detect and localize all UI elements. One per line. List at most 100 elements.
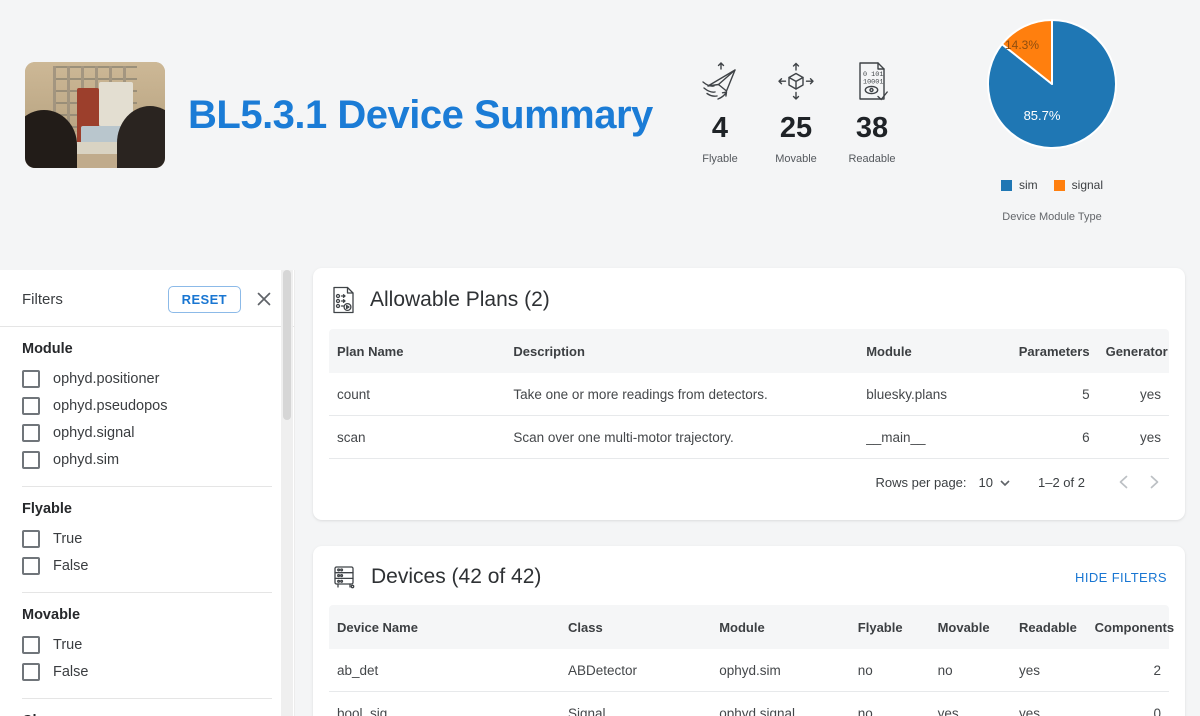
pie-chart-svg: 85.7% 14.3% xyxy=(987,19,1117,149)
table-cell: count xyxy=(337,386,371,402)
scrollbar-thumb[interactable] xyxy=(283,270,291,420)
plan-row: scan Scan over one multi-motor trajectory… xyxy=(329,416,1169,459)
checkbox-unchecked[interactable] xyxy=(22,423,40,442)
filter-option-true[interactable]: True xyxy=(22,525,272,552)
page-title: BL5.3.1 Device Summary xyxy=(188,93,653,137)
column-header: Readable xyxy=(1019,619,1077,635)
filter-option-true[interactable]: True xyxy=(22,631,272,658)
legend-label: signal xyxy=(1071,178,1104,192)
table-cell: ABDetector xyxy=(568,662,638,678)
table-cell: yes xyxy=(1139,429,1161,445)
table-cell: ophyd.signal xyxy=(719,705,795,716)
table-cell: yes xyxy=(1019,705,1041,716)
device-row: ab_det ABDetector ophyd.sim no no yes 2 xyxy=(329,649,1169,692)
column-header: Plan Name xyxy=(337,343,404,359)
filter-option-label: ophyd.pseudopos xyxy=(53,397,168,414)
instrument-rack-icon xyxy=(331,564,357,590)
legend-label: sim xyxy=(1018,178,1038,192)
table-cell: ab_det xyxy=(337,662,379,678)
plans-table-body: count Take one or more readings from dete… xyxy=(329,373,1169,459)
filter-option-false[interactable]: False xyxy=(22,658,272,685)
plans-table: Plan Name Description Module Parameters Gene… xyxy=(329,329,1169,505)
legend-item-sim: sim xyxy=(1000,178,1038,192)
divider xyxy=(22,698,272,699)
table-cell: no xyxy=(937,662,953,678)
next-page-button[interactable] xyxy=(1139,467,1169,497)
plans-card: Allowable Plans (2) Plan Name Description… xyxy=(313,268,1185,520)
filter-sections: Module ophyd.positioner ophyd.pseudopos oph… xyxy=(22,341,272,716)
filter-option-ophyd-sim[interactable]: ophyd.sim xyxy=(22,446,272,473)
devices-table-body: ab_det ABDetector ophyd.sim no no yes 2 bool_si… xyxy=(329,649,1169,716)
hide-filters-link[interactable]: HIDE FILTERS xyxy=(1075,570,1167,585)
table-cell: yes xyxy=(937,705,959,716)
checkbox-unchecked[interactable] xyxy=(22,396,40,415)
table-cell: Scan over one multi-motor trajectory. xyxy=(513,429,734,445)
column-header: Parameters xyxy=(1018,343,1090,359)
table-cell: yes xyxy=(1139,386,1161,402)
column-header: Components xyxy=(1094,619,1175,635)
stat-flyable: 4 Flyable xyxy=(682,58,758,165)
chart-caption: Device Module Type xyxy=(1002,211,1102,223)
previous-page-button[interactable] xyxy=(1109,467,1139,497)
filter-option-ophyd-pseudopos[interactable]: ophyd.pseudopos xyxy=(22,392,272,419)
stat-value: 38 xyxy=(855,112,889,144)
stats-row: 4 Flyable 25 Movable 0 101 10001 38 Readable xyxy=(682,58,910,165)
table-cell: scan xyxy=(337,429,366,445)
chevron-right-icon xyxy=(1150,475,1159,489)
svg-text:10001: 10001 xyxy=(863,79,883,87)
filter-option-label: ophyd.signal xyxy=(53,424,135,441)
filter-option-false[interactable]: False xyxy=(22,552,272,579)
filter-option-ophyd-signal[interactable]: ophyd.signal xyxy=(22,419,272,446)
devices-title: Devices (42 of 42) xyxy=(371,565,542,588)
divider xyxy=(0,326,294,327)
column-header: Flyable xyxy=(857,619,903,635)
divider xyxy=(22,486,272,487)
close-filters-icon[interactable] xyxy=(256,291,272,307)
column-header: Module xyxy=(719,619,765,635)
table-cell: no xyxy=(857,705,873,716)
table-cell: ophyd.sim xyxy=(719,662,781,678)
rows-per-page-value: 10 xyxy=(978,474,993,490)
plans-card-header: Allowable Plans (2) xyxy=(329,284,1169,314)
checkbox-unchecked[interactable] xyxy=(22,556,40,575)
devices-card: Devices (42 of 42) HIDE FILTERS Device N… xyxy=(313,546,1185,716)
stat-movable: 25 Movable xyxy=(758,58,834,165)
table-cell: __main__ xyxy=(866,429,926,445)
checkbox-unchecked[interactable] xyxy=(22,450,40,469)
checkbox-unchecked[interactable] xyxy=(22,635,40,654)
plans-title: Allowable Plans (2) xyxy=(370,288,550,311)
stat-value: 25 xyxy=(779,112,813,144)
table-cell: bool_sig xyxy=(337,705,388,716)
checkbox-unchecked[interactable] xyxy=(22,662,40,681)
column-header: Device Name xyxy=(337,619,418,635)
plan-row: count Take one or more readings from dete… xyxy=(329,373,1169,416)
legend-item-signal: signal xyxy=(1053,178,1104,192)
binary-doc-icon: 0 101 10001 xyxy=(854,58,890,104)
table-cell: Take one or more readings from detectors… xyxy=(513,386,768,402)
devices-table-header: Device Name Class Module Flyable Movable Read… xyxy=(329,605,1175,649)
device-row: bool_sig Signal ophyd.signal no yes yes 0 xyxy=(329,692,1169,716)
sidebar-scrollbar[interactable] xyxy=(281,270,293,716)
checkbox-unchecked[interactable] xyxy=(22,369,40,388)
page-header: BL5.3.1 Device Summary 4 Flyable 25 Movable… xyxy=(0,0,1200,270)
table-cell: 5 xyxy=(1082,386,1090,402)
filter-option-ophyd-positioner[interactable]: ophyd.positioner xyxy=(22,365,272,392)
table-cell: bluesky.plans xyxy=(866,386,947,402)
chart-legend: sim signal xyxy=(972,178,1132,192)
table-cell: 2 xyxy=(1153,662,1161,678)
divider xyxy=(22,592,272,593)
column-header: Description xyxy=(513,343,585,359)
pie-slice-label: 14.3% xyxy=(1005,38,1039,52)
filter-heading-movable: Movable xyxy=(22,607,81,623)
table-cell: 0 xyxy=(1153,705,1161,716)
rows-per-page-select[interactable]: 10 xyxy=(979,475,1010,490)
table-cell: 6 xyxy=(1082,429,1090,445)
column-header: Movable xyxy=(937,619,990,635)
filter-option-label: True xyxy=(53,530,83,547)
cube-move-icon xyxy=(776,58,816,104)
reset-filters-button[interactable]: RESET xyxy=(167,285,241,313)
filter-option-label: ophyd.sim xyxy=(53,451,120,468)
beamline-photo xyxy=(25,62,165,168)
checkbox-unchecked[interactable] xyxy=(22,529,40,548)
filter-option-label: False xyxy=(53,663,89,680)
